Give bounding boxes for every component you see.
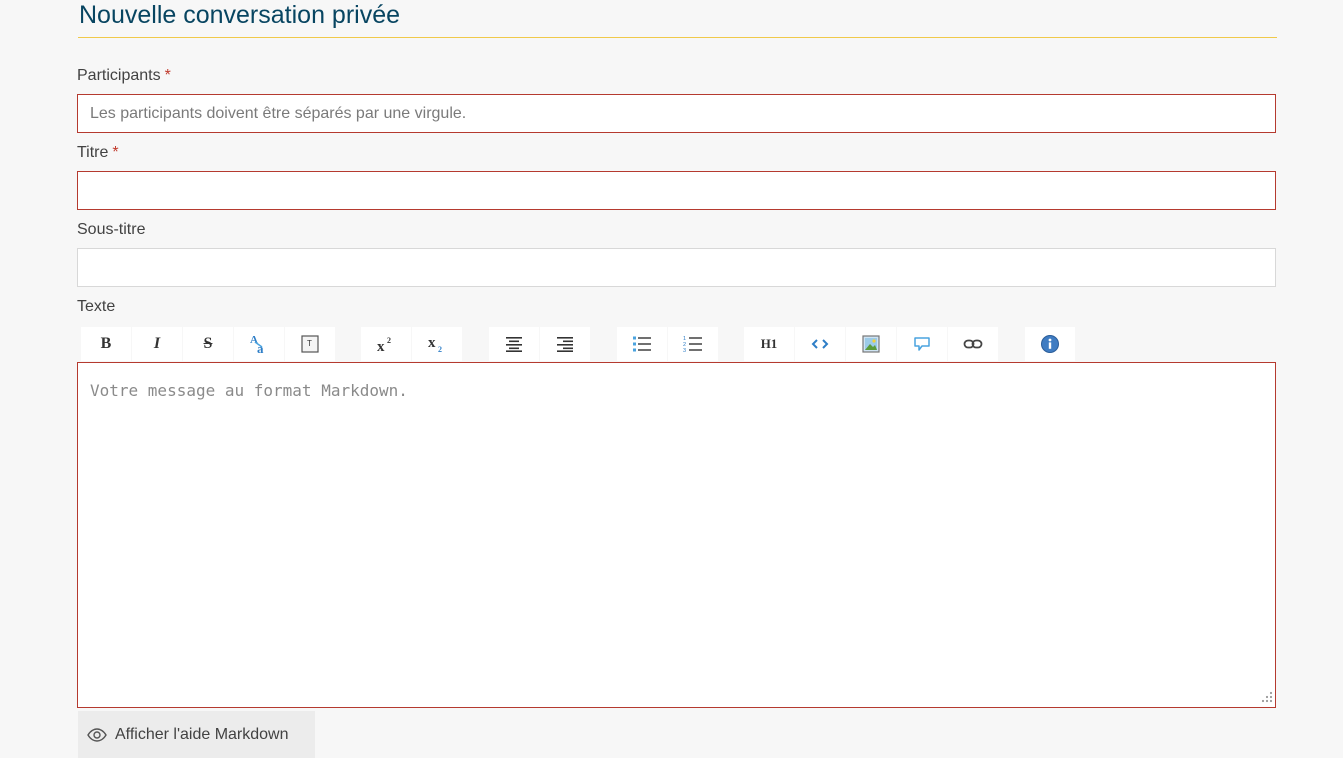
align-right-button[interactable] — [540, 327, 590, 361]
svg-text:2: 2 — [438, 345, 442, 354]
align-center-button[interactable] — [489, 327, 539, 361]
abbreviation-icon: A a — [250, 334, 264, 355]
sous-titre-label-text: Sous-titre — [77, 221, 146, 238]
subscript-icon: x 2 — [428, 335, 442, 354]
italic-button[interactable]: I — [132, 327, 182, 361]
show-markdown-help-label: Afficher l'aide Markdown — [115, 725, 289, 743]
strikethrough-button[interactable]: S — [183, 327, 233, 361]
required-marker: * — [112, 144, 119, 161]
subscript-button[interactable]: x 2 — [412, 327, 462, 361]
quote-bubble-icon — [914, 337, 930, 351]
markdown-info-button[interactable] — [1025, 327, 1075, 361]
page-title: Nouvelle conversation privée — [79, 1, 401, 29]
svg-text:T: T — [307, 339, 312, 348]
numbered-list-icon: 1 2 3 — [683, 336, 702, 353]
bullet-list-button[interactable] — [617, 327, 667, 361]
numbered-list-button[interactable]: 1 2 3 — [668, 327, 718, 361]
svg-text:x: x — [377, 339, 385, 354]
participants-label: Participants * — [77, 66, 171, 86]
resize-handle[interactable] — [1258, 690, 1274, 706]
code-button[interactable] — [795, 327, 845, 361]
required-marker: * — [164, 67, 171, 84]
align-center-icon — [506, 337, 522, 352]
titre-label-text: Titre — [77, 144, 109, 161]
link-button[interactable] — [948, 327, 998, 361]
page: Nouvelle conversation privée Participant… — [0, 0, 1343, 758]
bold-button[interactable]: B — [81, 327, 131, 361]
svg-text:a: a — [257, 341, 264, 355]
image-button[interactable] — [846, 327, 896, 361]
info-icon — [1041, 335, 1059, 353]
image-icon — [862, 335, 880, 353]
superscript-button[interactable]: x 2 — [361, 327, 411, 361]
svg-text:2: 2 — [387, 336, 391, 345]
svg-text:x: x — [428, 335, 436, 351]
titre-input[interactable] — [77, 171, 1276, 210]
show-markdown-help-button[interactable]: Afficher l'aide Markdown — [78, 711, 315, 758]
eye-icon — [87, 727, 107, 742]
bullet-list-icon — [633, 336, 651, 352]
svg-text:3: 3 — [683, 348, 686, 353]
strikethrough-icon: S — [203, 335, 213, 352]
texte-label: Texte — [77, 297, 115, 317]
keyboard-key-icon: T — [301, 335, 319, 353]
participants-input[interactable] — [77, 94, 1276, 133]
sous-titre-label: Sous-titre — [77, 220, 145, 240]
sous-titre-input[interactable] — [77, 248, 1276, 287]
code-icon — [811, 339, 829, 349]
heading-button[interactable]: H1 — [744, 327, 794, 361]
participants-label-text: Participants — [77, 67, 161, 84]
heading-icon: H1 — [760, 336, 778, 351]
titre-label: Titre * — [77, 143, 119, 163]
abbreviation-button[interactable]: A a — [234, 327, 284, 361]
bold-icon: B — [100, 335, 112, 352]
texte-label-text: Texte — [77, 298, 116, 315]
keyboard-key-button[interactable]: T — [285, 327, 335, 361]
link-icon — [963, 339, 983, 349]
italic-icon: I — [153, 335, 161, 352]
superscript-icon: x 2 — [377, 336, 391, 354]
quote-button[interactable] — [897, 327, 947, 361]
align-right-icon — [557, 337, 573, 352]
title-divider — [78, 37, 1277, 38]
message-textarea[interactable] — [77, 362, 1276, 708]
